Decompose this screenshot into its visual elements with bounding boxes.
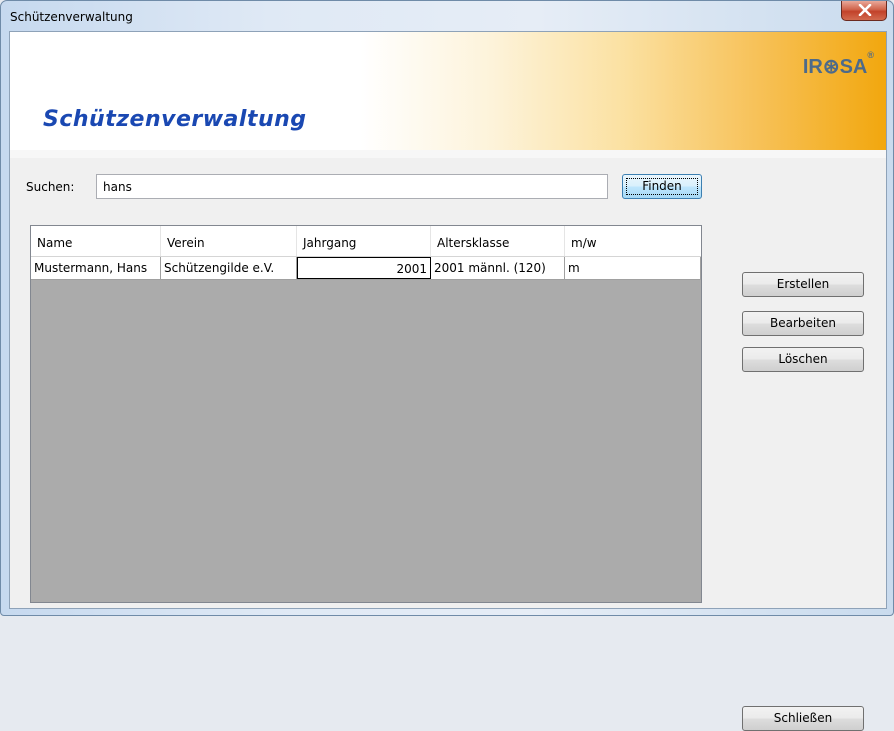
banner-title: Schützenverwaltung — [43, 107, 307, 132]
main-window: Schützenverwaltung Schützenverwaltung IR… — [0, 0, 894, 731]
cell-mw[interactable]: m — [565, 257, 701, 279]
client-area: Schützenverwaltung IR⊛SA® Suchen: Finden… — [9, 31, 887, 731]
title-bar[interactable]: Schützenverwaltung — [1, 1, 893, 31]
cell-name[interactable]: Mustermann, Hans — [31, 257, 161, 279]
column-header-jahrgang[interactable]: Jahrgang — [297, 226, 431, 256]
find-button[interactable]: Finden — [622, 174, 702, 199]
column-header-mw[interactable]: m/w — [565, 226, 701, 256]
cell-jahrgang[interactable]: 2001 — [297, 257, 431, 279]
logo-text: IR⊛SA — [802, 56, 868, 78]
column-header-verein[interactable]: Verein — [161, 226, 297, 256]
results-table[interactable]: Name Verein Jahrgang Altersklasse m/w Mu… — [30, 225, 702, 603]
header-banner: Schützenverwaltung IR⊛SA® — [10, 32, 886, 150]
create-button[interactable]: Erstellen — [742, 272, 864, 297]
search-label: Suchen: — [26, 180, 75, 194]
close-button[interactable] — [841, 1, 887, 21]
edit-button[interactable]: Bearbeiten — [742, 311, 864, 336]
delete-button[interactable]: Löschen — [742, 347, 864, 372]
cell-verein[interactable]: Schützengilde e.V. — [161, 257, 297, 279]
table-row[interactable]: Mustermann, Hans Schützengilde e.V. 2001… — [31, 257, 701, 280]
search-input[interactable] — [96, 174, 608, 199]
column-header-altersklasse[interactable]: Altersklasse — [431, 226, 565, 256]
close-icon — [858, 4, 872, 16]
window-title: Schützenverwaltung — [10, 10, 133, 24]
close-dialog-button[interactable]: Schließen — [742, 706, 864, 731]
focus-rect — [626, 178, 698, 195]
registered-mark: ® — [867, 50, 874, 60]
cell-altersklasse[interactable]: 2001 männl. (120) — [431, 257, 565, 279]
table-header: Name Verein Jahrgang Altersklasse m/w — [31, 226, 701, 257]
banner-divider — [10, 150, 886, 158]
column-header-name[interactable]: Name — [31, 226, 161, 256]
irosa-logo: IR⊛SA® — [802, 50, 874, 79]
